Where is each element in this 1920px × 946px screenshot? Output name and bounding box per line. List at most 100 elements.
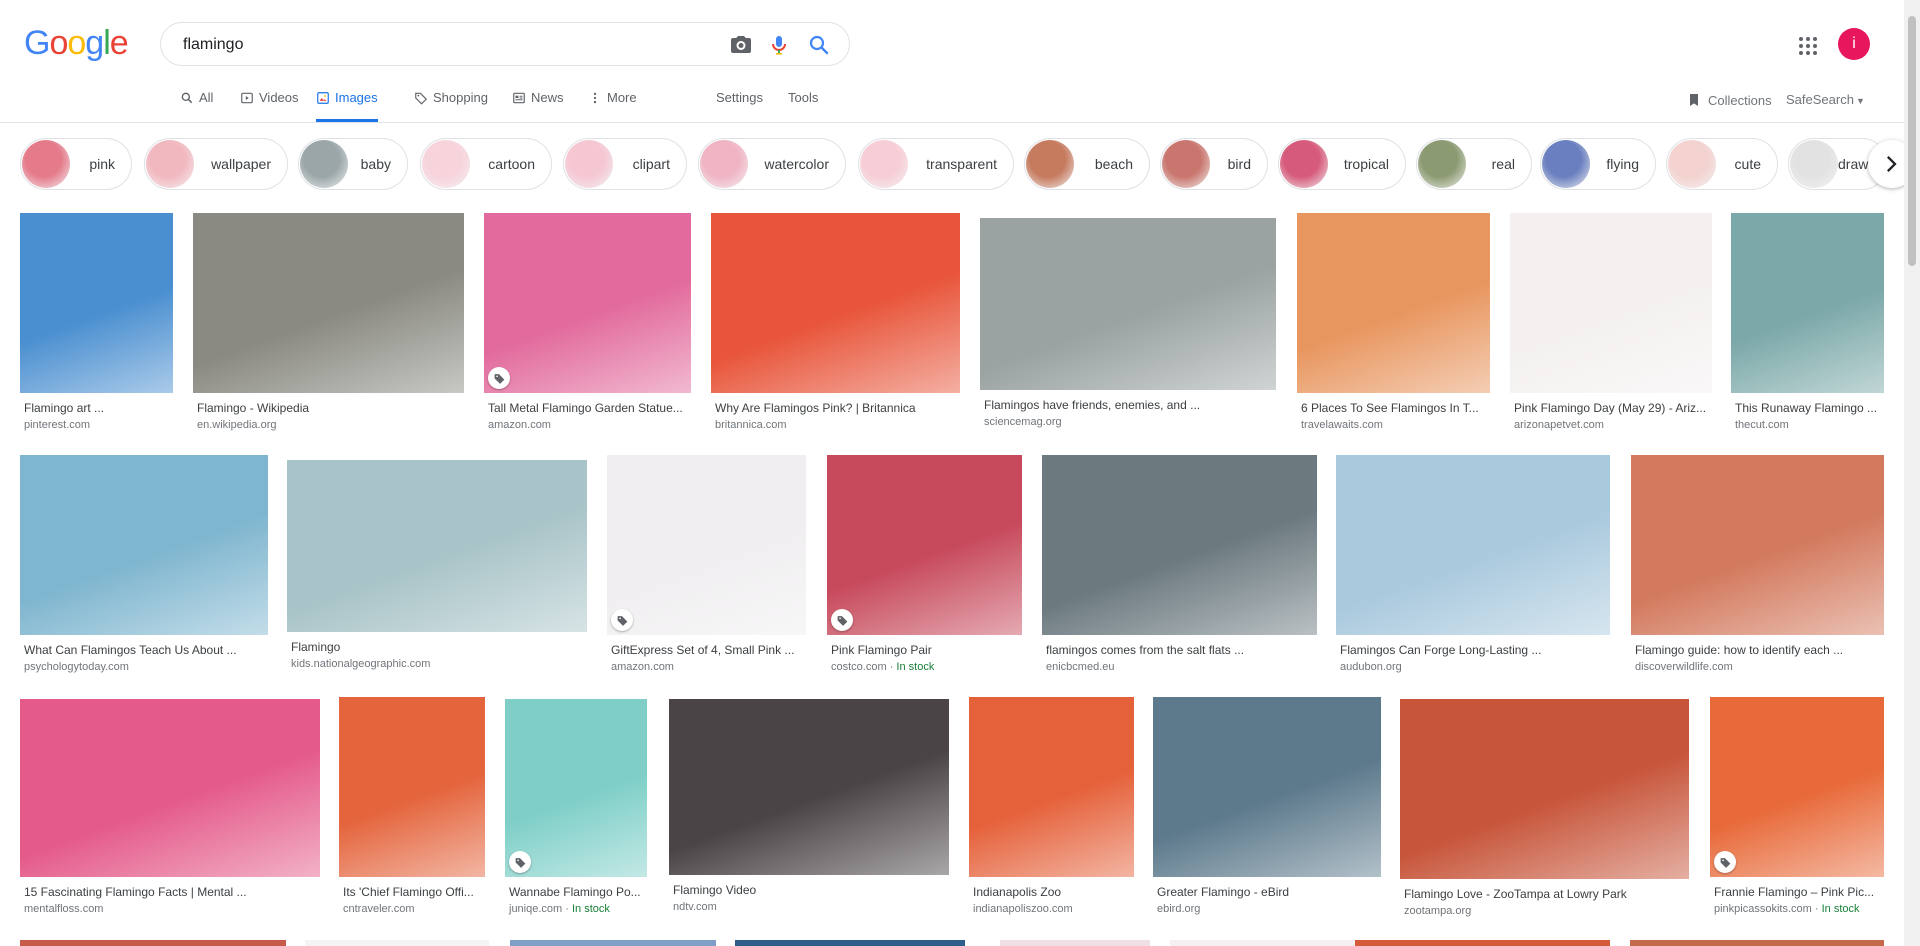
peek-thumbnail[interactable] [1170, 940, 1355, 946]
chip-baby[interactable]: baby [298, 138, 408, 190]
result-thumbnail[interactable] [827, 455, 1022, 635]
result-title[interactable]: Flamingos have friends, enemies, and ... [984, 398, 1274, 412]
image-result[interactable]: Flamingos have friends, enemies, and ...… [980, 218, 1276, 450]
result-thumbnail[interactable] [1153, 697, 1381, 877]
result-title[interactable]: Flamingo - Wikipedia [197, 401, 462, 415]
peek-thumbnail[interactable] [1355, 940, 1610, 946]
tab-news[interactable]: News [512, 90, 564, 120]
image-result[interactable]: Frannie Flamingo – Pink Pic... pinkpicass… [1710, 697, 1884, 937]
peek-thumbnail[interactable] [305, 940, 489, 946]
microphone-icon[interactable] [767, 33, 791, 57]
image-result[interactable]: Flamingo kids.nationalgeographic.com [287, 460, 587, 692]
camera-icon[interactable] [729, 33, 753, 57]
result-title[interactable]: GiftExpress Set of 4, Small Pink ... [611, 643, 804, 657]
result-title[interactable]: What Can Flamingos Teach Us About ... [24, 643, 266, 657]
result-title[interactable]: Greater Flamingo - eBird [1157, 885, 1379, 899]
result-thumbnail[interactable] [669, 699, 949, 875]
result-title[interactable]: Flamingo Video [673, 883, 947, 897]
chip-flying[interactable]: flying [1540, 138, 1656, 190]
result-thumbnail[interactable] [20, 699, 320, 877]
result-title[interactable]: Flamingos Can Forge Long-Lasting ... [1340, 643, 1608, 657]
result-thumbnail[interactable] [20, 213, 173, 393]
result-thumbnail[interactable] [1400, 699, 1689, 879]
peek-thumbnail[interactable] [735, 940, 965, 946]
chip-tropical[interactable]: tropical [1278, 138, 1406, 190]
tab-settings[interactable]: Settings [716, 90, 763, 120]
image-result[interactable]: Why Are Flamingos Pink? | Britannica brit… [711, 213, 960, 453]
result-thumbnail[interactable] [484, 213, 691, 393]
result-title[interactable]: Flamingo Love - ZooTampa at Lowry Park [1404, 887, 1687, 901]
result-thumbnail[interactable] [1336, 455, 1610, 635]
tab-more[interactable]: More [588, 90, 637, 120]
image-result[interactable]: Greater Flamingo - eBird ebird.org [1153, 697, 1381, 937]
result-thumbnail[interactable] [1042, 455, 1317, 635]
chip-cartoon[interactable]: cartoon [420, 138, 552, 190]
peek-thumbnail[interactable] [20, 940, 286, 946]
image-result[interactable]: Flamingo art ... pinterest.com [20, 213, 173, 453]
tab-videos[interactable]: Videos [240, 90, 299, 120]
image-result[interactable]: Flamingo guide: how to identify each ...… [1631, 455, 1884, 695]
tab-tools[interactable]: Tools [788, 90, 818, 120]
image-result[interactable]: Its 'Chief Flamingo Offi... cntraveler.co… [339, 697, 485, 937]
result-thumbnail[interactable] [1710, 697, 1884, 877]
chip-clipart[interactable]: clipart [563, 138, 687, 190]
result-thumbnail[interactable] [980, 218, 1276, 390]
chip-wallpaper[interactable]: wallpaper [144, 138, 288, 190]
image-result[interactable]: Indianapolis Zoo indianapoliszoo.com [969, 697, 1134, 937]
image-result[interactable]: 6 Places To See Flamingos In T... travela… [1297, 213, 1490, 453]
chip-beach[interactable]: beach [1024, 138, 1150, 190]
peek-thumbnail[interactable] [1000, 940, 1150, 946]
result-title[interactable]: Its 'Chief Flamingo Offi... [343, 885, 483, 899]
chip-watercolor[interactable]: watercolor [698, 138, 846, 190]
result-thumbnail[interactable] [339, 697, 485, 877]
image-result[interactable]: Flamingo - Wikipedia en.wikipedia.org [193, 213, 464, 453]
image-result[interactable]: Wannabe Flamingo Po... juniqe.com · In st… [505, 699, 647, 937]
result-title[interactable]: Pink Flamingo Day (May 29) - Ariz... [1514, 401, 1710, 415]
result-title[interactable]: Wannabe Flamingo Po... [509, 885, 645, 899]
result-title[interactable]: Tall Metal Flamingo Garden Statue... [488, 401, 689, 415]
result-thumbnail[interactable] [969, 697, 1134, 877]
tab-images[interactable]: Images [316, 90, 378, 122]
scrollbar-thumb[interactable] [1908, 16, 1916, 266]
tab-all[interactable]: All [180, 90, 213, 120]
collections-link[interactable]: Collections [1686, 92, 1772, 108]
image-result[interactable]: 15 Fascinating Flamingo Facts | Mental .… [20, 699, 320, 937]
image-result[interactable]: What Can Flamingos Teach Us About ... psy… [20, 455, 268, 695]
result-title[interactable]: 15 Fascinating Flamingo Facts | Mental .… [24, 885, 318, 899]
result-title[interactable]: Indianapolis Zoo [973, 885, 1132, 899]
image-result[interactable]: Flamingos Can Forge Long-Lasting ... audu… [1336, 455, 1610, 695]
result-thumbnail[interactable] [1297, 213, 1490, 393]
image-result[interactable]: Flamingo Love - ZooTampa at Lowry Park zo… [1400, 699, 1689, 939]
result-title[interactable]: Flamingo guide: how to identify each ... [1635, 643, 1882, 657]
chip-cute[interactable]: cute [1666, 138, 1778, 190]
image-result[interactable]: This Runaway Flamingo ... thecut.com [1731, 213, 1884, 453]
result-thumbnail[interactable] [20, 455, 268, 635]
result-title[interactable]: flamingos comes from the salt flats ... [1046, 643, 1315, 657]
image-result[interactable]: Flamingo Video ndtv.com [669, 699, 949, 935]
tab-shopping[interactable]: Shopping [414, 90, 488, 120]
avatar[interactable]: i [1838, 28, 1870, 60]
result-thumbnail[interactable] [1510, 213, 1712, 393]
result-thumbnail[interactable] [193, 213, 464, 393]
result-thumbnail[interactable] [1731, 213, 1884, 393]
chip-bird[interactable]: bird [1160, 138, 1268, 190]
peek-thumbnail[interactable] [1630, 940, 1884, 946]
search-icon[interactable] [807, 33, 831, 57]
image-result[interactable]: flamingos comes from the salt flats ... e… [1042, 455, 1317, 695]
result-title[interactable]: 6 Places To See Flamingos In T... [1301, 401, 1488, 415]
chip-pink[interactable]: pink [20, 138, 132, 190]
result-thumbnail[interactable] [505, 699, 647, 877]
safesearch-dropdown[interactable]: SafeSearch ▼ [1786, 92, 1865, 107]
result-title[interactable]: This Runaway Flamingo ... [1735, 401, 1882, 415]
result-thumbnail[interactable] [1631, 455, 1884, 635]
apps-grid-icon[interactable] [1796, 34, 1820, 58]
image-result[interactable]: GiftExpress Set of 4, Small Pink ... amaz… [607, 455, 806, 695]
result-title[interactable]: Flamingo art ... [24, 401, 171, 415]
result-title[interactable]: Flamingo [291, 640, 585, 654]
search-input[interactable] [181, 33, 685, 57]
image-result[interactable]: Pink Flamingo Pair costco.com · In stock [827, 455, 1022, 695]
chip-transparent[interactable]: transparent [858, 138, 1014, 190]
result-title[interactable]: Why Are Flamingos Pink? | Britannica [715, 401, 958, 415]
result-thumbnail[interactable] [607, 455, 806, 635]
result-title[interactable]: Frannie Flamingo – Pink Pic... [1714, 885, 1882, 899]
